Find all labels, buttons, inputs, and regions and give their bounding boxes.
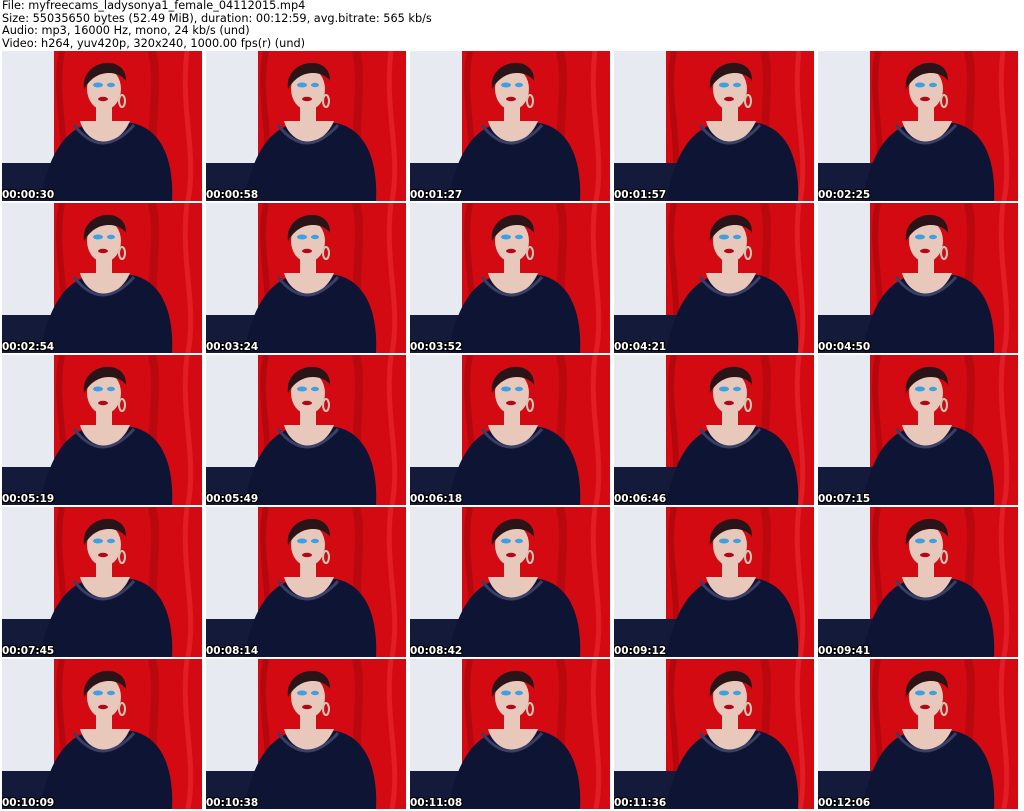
frame-image xyxy=(2,659,202,809)
frame-timestamp: 00:09:12 xyxy=(614,645,667,657)
frame-timestamp: 00:03:24 xyxy=(206,341,259,353)
video-frame-thumbnail[interactable]: 00:05:49 xyxy=(206,355,406,505)
frame-timestamp: 00:06:18 xyxy=(410,493,463,505)
frame-image xyxy=(2,507,202,657)
video-frame-thumbnail[interactable]: 00:09:12 xyxy=(614,507,814,657)
video-frame-thumbnail[interactable]: 00:09:41 xyxy=(818,507,1018,657)
frame-image xyxy=(206,659,406,809)
frame-image xyxy=(206,203,406,353)
frame-image xyxy=(206,507,406,657)
video-frame-thumbnail[interactable]: 00:07:45 xyxy=(2,507,202,657)
info-header: File: myfreecams_ladysonya1_female_04112… xyxy=(2,0,1022,50)
video-frame-thumbnail[interactable]: 00:00:58 xyxy=(206,51,406,201)
video-frame-thumbnail[interactable]: 00:08:14 xyxy=(206,507,406,657)
frame-timestamp: 00:04:50 xyxy=(818,341,871,353)
frame-timestamp: 00:01:27 xyxy=(410,189,463,201)
frame-image xyxy=(410,507,610,657)
frame-timestamp: 00:06:46 xyxy=(614,493,667,505)
video-frame-thumbnail[interactable]: 00:12:06 xyxy=(818,659,1018,809)
frame-image xyxy=(2,355,202,505)
audio-info-line: Audio: mp3, 16000 Hz, mono, 24 kb/s (und… xyxy=(2,24,250,37)
frame-image xyxy=(818,51,1018,201)
video-frame-thumbnail[interactable]: 00:11:36 xyxy=(614,659,814,809)
frame-image xyxy=(410,203,610,353)
video-frame-thumbnail[interactable]: 00:08:42 xyxy=(410,507,610,657)
video-frame-thumbnail[interactable]: 00:07:15 xyxy=(818,355,1018,505)
frame-timestamp: 00:05:49 xyxy=(206,493,259,505)
video-frame-thumbnail[interactable]: 00:10:09 xyxy=(2,659,202,809)
frame-image xyxy=(206,51,406,201)
frame-timestamp: 00:12:06 xyxy=(818,797,871,809)
video-frame-thumbnail[interactable]: 00:01:57 xyxy=(614,51,814,201)
frame-image xyxy=(818,507,1018,657)
video-frame-thumbnail[interactable]: 00:04:21 xyxy=(614,203,814,353)
frame-image xyxy=(410,659,610,809)
video-frame-thumbnail[interactable]: 00:05:19 xyxy=(2,355,202,505)
frame-image xyxy=(614,355,814,505)
frame-timestamp: 00:00:58 xyxy=(206,189,259,201)
frame-timestamp: 00:09:41 xyxy=(818,645,871,657)
video-frame-thumbnail[interactable]: 00:00:30 xyxy=(2,51,202,201)
frame-timestamp: 00:02:25 xyxy=(818,189,871,201)
frame-image xyxy=(614,203,814,353)
frame-timestamp: 00:10:09 xyxy=(2,797,55,809)
frame-image xyxy=(818,203,1018,353)
frame-image xyxy=(818,355,1018,505)
frame-image xyxy=(614,507,814,657)
video-info-line: Video: h264, yuv420p, 320x240, 1000.00 f… xyxy=(2,36,306,50)
video-frame-thumbnail[interactable]: 00:02:25 xyxy=(818,51,1018,201)
frame-timestamp: 00:07:45 xyxy=(2,645,55,657)
video-frame-thumbnail[interactable]: 00:06:18 xyxy=(410,355,610,505)
video-frame-thumbnail[interactable]: 00:04:50 xyxy=(818,203,1018,353)
video-frame-thumbnail[interactable]: 00:03:24 xyxy=(206,203,406,353)
frame-image xyxy=(818,659,1018,809)
video-frame-thumbnail[interactable]: 00:11:08 xyxy=(410,659,610,809)
frame-timestamp: 00:01:57 xyxy=(614,189,667,201)
frame-timestamp: 00:11:08 xyxy=(410,797,463,809)
frame-timestamp: 00:05:19 xyxy=(2,493,55,505)
file-name-line: File: myfreecams_ladysonya1_female_04112… xyxy=(2,0,306,12)
video-frame-thumbnail[interactable]: 00:02:54 xyxy=(2,203,202,353)
video-frame-thumbnail[interactable]: 00:06:46 xyxy=(614,355,814,505)
frame-timestamp: 00:00:30 xyxy=(2,189,55,201)
frame-image xyxy=(410,355,610,505)
frame-image xyxy=(410,51,610,201)
frame-timestamp: 00:02:54 xyxy=(2,341,55,353)
frame-timestamp: 00:07:15 xyxy=(818,493,871,505)
video-frame-thumbnail[interactable]: 00:10:38 xyxy=(206,659,406,809)
frame-image xyxy=(614,659,814,809)
frame-timestamp: 00:08:42 xyxy=(410,645,463,657)
frame-timestamp: 00:03:52 xyxy=(410,341,463,353)
frame-timestamp: 00:08:14 xyxy=(206,645,259,657)
frame-image xyxy=(2,203,202,353)
frame-timestamp: 00:11:36 xyxy=(614,797,667,809)
video-frame-thumbnail[interactable]: 00:03:52 xyxy=(410,203,610,353)
video-frame-thumbnail[interactable]: 00:01:27 xyxy=(410,51,610,201)
frame-image xyxy=(206,355,406,505)
frame-image xyxy=(2,51,202,201)
thumbnail-grid: 00:00:30 00:00:58 00:01:27 00:01:57 00:02:25… xyxy=(2,51,1022,811)
frame-image xyxy=(614,51,814,201)
frame-timestamp: 00:10:38 xyxy=(206,797,259,809)
frame-timestamp: 00:04:21 xyxy=(614,341,667,353)
